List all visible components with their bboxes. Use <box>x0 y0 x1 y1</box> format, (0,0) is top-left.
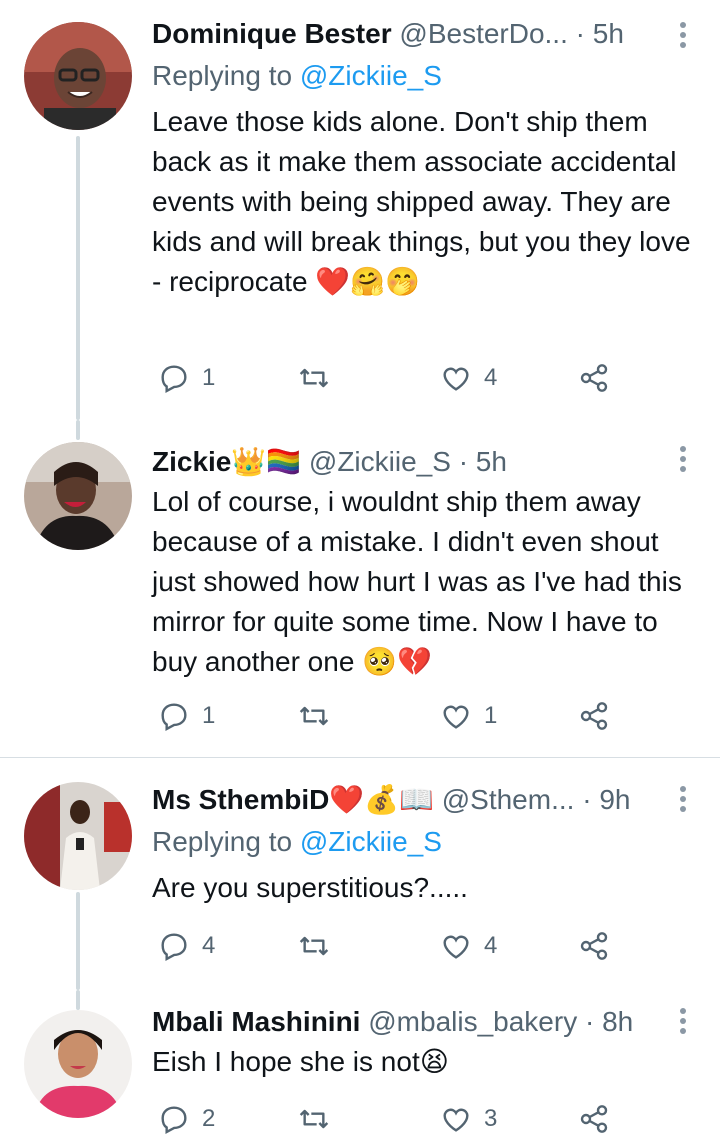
tweet-header: Ms SthembiD❤️💰📖 @Sthem... · 9h <box>152 780 660 820</box>
thread-line <box>76 990 80 1010</box>
tweet-text: Eish I hope she is not😫 <box>152 1046 449 1077</box>
reply-icon <box>158 930 190 962</box>
more-icon[interactable] <box>680 786 688 812</box>
tweet-text: Leave those kids alone. Don't ship them … <box>152 106 691 297</box>
like-button[interactable]: 3 <box>440 1103 497 1135</box>
share-icon <box>578 930 610 962</box>
share-button[interactable] <box>578 700 610 732</box>
handle[interactable]: @BesterDo... <box>399 18 567 49</box>
tweet-actions: 2 3 <box>158 1103 618 1137</box>
timestamp[interactable]: 5h <box>476 446 507 477</box>
reply-count: 4 <box>202 932 216 959</box>
display-name[interactable]: Mbali Mashinini <box>152 1006 360 1037</box>
avatar[interactable] <box>24 22 132 130</box>
reply-button[interactable]: 1 <box>158 700 215 732</box>
mention-link[interactable]: @Zickiie_S <box>300 60 442 91</box>
like-icon <box>440 1103 472 1135</box>
reply-button[interactable]: 4 <box>158 930 215 962</box>
handle[interactable]: @Sthem... <box>442 784 575 815</box>
share-icon <box>578 700 610 732</box>
like-icon <box>440 930 472 962</box>
retweet-icon <box>298 930 330 962</box>
more-icon[interactable] <box>680 1008 688 1034</box>
handle[interactable]: @Zickiie_S <box>309 446 451 477</box>
separator: · <box>458 446 469 477</box>
tweet-actions: 1 1 <box>158 700 618 734</box>
timestamp[interactable]: 9h <box>599 784 630 815</box>
avatar[interactable] <box>24 782 132 890</box>
separator: · <box>575 18 585 49</box>
tweet-text: Lol of course, i wouldnt ship them away … <box>152 486 682 677</box>
like-icon <box>440 700 472 732</box>
like-count: 4 <box>484 364 498 391</box>
timestamp[interactable]: 5h <box>593 18 624 49</box>
tweet-actions: 1 4 <box>158 362 618 396</box>
separator: · <box>584 1006 595 1037</box>
thread-line <box>76 892 80 990</box>
retweet-button[interactable] <box>298 362 342 394</box>
reply-icon <box>158 700 190 732</box>
share-button[interactable] <box>578 362 610 394</box>
more-icon[interactable] <box>680 446 688 472</box>
like-icon <box>440 362 472 394</box>
replying-to: Replying to @Zickiie_S <box>152 822 442 862</box>
mention-link[interactable]: @Zickiie_S <box>300 826 442 857</box>
like-count: 1 <box>484 702 498 729</box>
retweet-icon <box>298 1103 330 1135</box>
tweet-header: Zickie👑🏳️‍🌈 @Zickiie_S · 5h <box>152 442 660 482</box>
handle[interactable]: @mbalis_bakery <box>368 1006 577 1037</box>
reply-button[interactable]: 2 <box>158 1103 215 1135</box>
display-name[interactable]: Zickie👑🏳️‍🌈 <box>152 446 301 477</box>
tweet-1[interactable]: Dominique Bester @BesterDo... · 5h Reply… <box>0 0 720 420</box>
timestamp[interactable]: 8h <box>602 1006 633 1037</box>
retweet-icon <box>298 700 330 732</box>
replying-to-label: Replying to <box>152 60 293 91</box>
reply-count: 1 <box>202 364 216 391</box>
reply-count: 1 <box>202 702 216 729</box>
reply-icon <box>158 1103 190 1135</box>
tweet-text: Are you superstitious?..... <box>152 872 468 903</box>
avatar[interactable] <box>24 442 132 550</box>
tweet-2[interactable]: Zickie👑🏳️‍🌈 @Zickiie_S · 5h Lol of cours… <box>0 420 720 756</box>
avatar[interactable] <box>24 1010 132 1118</box>
display-name[interactable]: Dominique Bester <box>152 18 392 49</box>
more-icon[interactable] <box>680 22 688 48</box>
tweet-header: Mbali Mashinini @mbalis_bakery · 8h <box>152 1002 660 1042</box>
tweet-4[interactable]: Mbali Mashinini @mbalis_bakery · 8h Eish… <box>0 990 720 1134</box>
share-button[interactable] <box>578 1103 610 1135</box>
retweet-button[interactable] <box>298 700 342 732</box>
reply-count: 2 <box>202 1105 216 1132</box>
replying-to-label: Replying to <box>152 826 293 857</box>
share-icon <box>578 362 610 394</box>
thread-line <box>76 420 80 440</box>
reply-button[interactable]: 1 <box>158 362 215 394</box>
retweet-button[interactable] <box>298 930 342 962</box>
retweet-button[interactable] <box>298 1103 342 1135</box>
like-button[interactable]: 1 <box>440 700 497 732</box>
tweet-header: Dominique Bester @BesterDo... · 5h <box>152 14 660 54</box>
retweet-icon <box>298 362 330 394</box>
display-name[interactable]: Ms SthembiD❤️💰📖 <box>152 784 434 815</box>
share-button[interactable] <box>578 930 610 962</box>
share-icon <box>578 1103 610 1135</box>
like-button[interactable]: 4 <box>440 362 497 394</box>
thread-line <box>76 136 80 420</box>
tweet-actions: 4 4 <box>158 930 618 964</box>
like-count: 3 <box>484 1105 498 1132</box>
separator: · <box>582 784 592 815</box>
like-count: 4 <box>484 932 498 959</box>
replying-to: Replying to @Zickiie_S <box>152 56 442 96</box>
like-button[interactable]: 4 <box>440 930 497 962</box>
reply-icon <box>158 362 190 394</box>
tweet-3[interactable]: Ms SthembiD❤️💰📖 @Sthem... · 9h Replying … <box>0 758 720 990</box>
